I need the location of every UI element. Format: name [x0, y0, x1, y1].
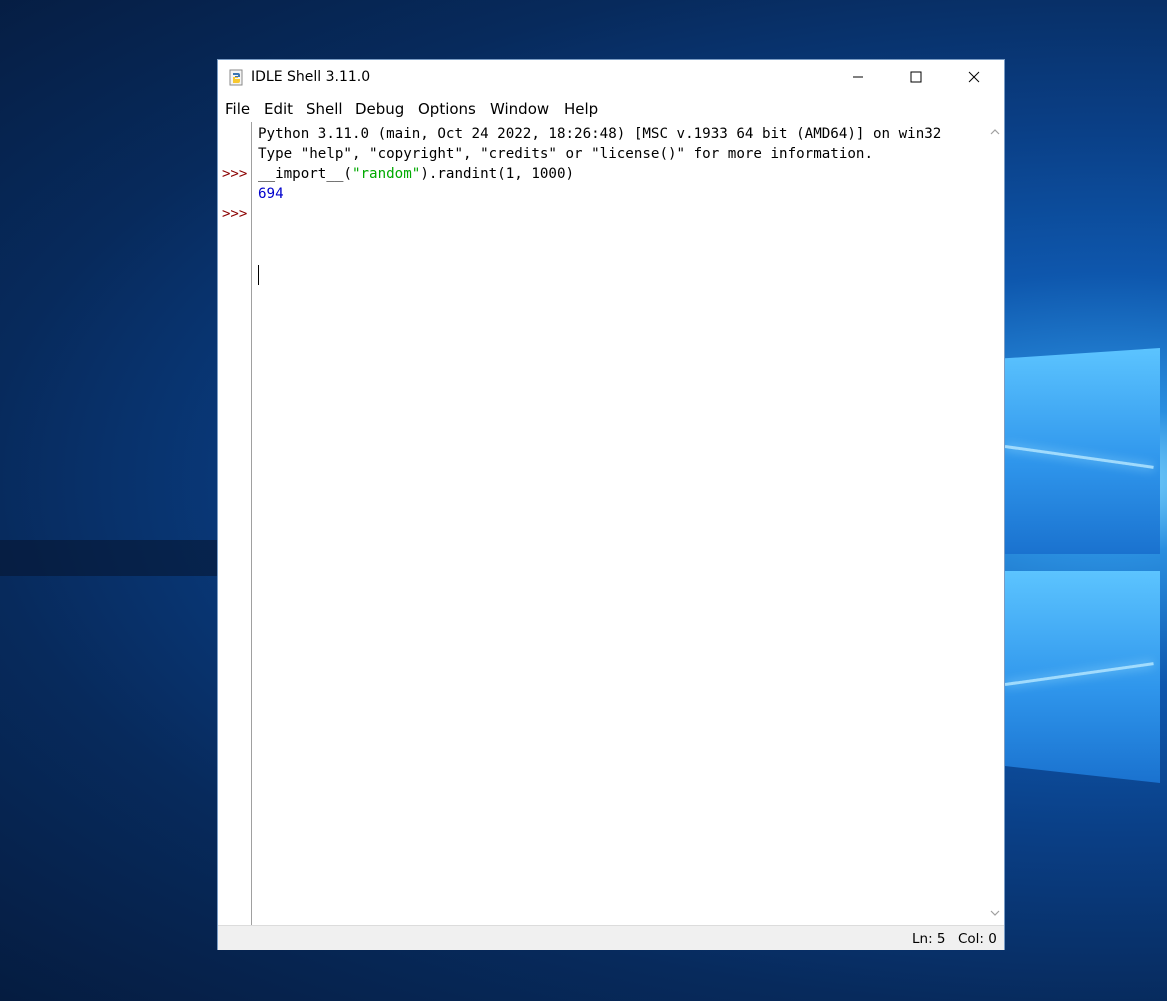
column-number-status: Col: 0: [958, 931, 997, 947]
shell-text-area[interactable]: Python 3.11.0 (main, Oct 24 2022, 18:26:…: [258, 122, 986, 925]
banner-line: Python 3.11.0 (main, Oct 24 2022, 18:26:…: [258, 126, 942, 142]
title-bar[interactable]: IDLE Shell 3.11.0: [218, 60, 1004, 96]
menu-debug[interactable]: Debug: [355, 100, 404, 118]
menu-help[interactable]: Help: [564, 100, 598, 118]
menu-file[interactable]: File: [225, 100, 250, 118]
maximize-button[interactable]: [893, 60, 939, 94]
input-code: ).randint(1, 1000): [420, 166, 575, 182]
window-title: IDLE Shell 3.11.0: [251, 69, 371, 85]
python-idle-icon[interactable]: [228, 69, 246, 87]
menu-bar: File Edit Shell Debug Options Window Hel…: [218, 96, 1004, 122]
shell-prompt: >>>: [222, 206, 248, 222]
status-bar: Ln: 5 Col: 0: [218, 925, 1004, 950]
idle-shell-window: IDLE Shell 3.11.0 File Edit Shell Debug …: [217, 59, 1005, 950]
prompt-gutter: >>> >>>: [218, 122, 252, 925]
input-code: __import__(: [258, 166, 352, 182]
wallpaper-logo-pane-bottom: [1005, 571, 1160, 783]
menu-edit[interactable]: Edit: [264, 100, 293, 118]
shell-prompt: >>>: [222, 166, 248, 182]
maximize-icon: [910, 71, 922, 83]
scroll-up-icon[interactable]: [989, 126, 1001, 138]
minimize-button[interactable]: [835, 60, 881, 94]
line-number-status: Ln: 5: [912, 931, 946, 947]
close-button[interactable]: [951, 60, 997, 94]
menu-shell[interactable]: Shell: [306, 100, 343, 118]
output-line: 694: [258, 186, 284, 202]
shell-area: >>> >>> Python 3.11.0 (main, Oct 24 2022…: [218, 122, 1004, 925]
input-line: __import__("random").randint(1, 1000): [258, 164, 574, 184]
close-icon: [968, 71, 980, 83]
input-string-literal: "random": [351, 166, 421, 182]
menu-options[interactable]: Options: [418, 100, 476, 118]
vertical-scrollbar[interactable]: [986, 122, 1004, 925]
banner-line: Type "help", "copyright", "credits" or "…: [258, 146, 873, 162]
scroll-down-icon[interactable]: [989, 907, 1001, 919]
text-cursor: [258, 265, 259, 285]
menu-window[interactable]: Window: [490, 100, 549, 118]
minimize-icon: [853, 76, 863, 78]
wallpaper-band: [0, 540, 217, 576]
